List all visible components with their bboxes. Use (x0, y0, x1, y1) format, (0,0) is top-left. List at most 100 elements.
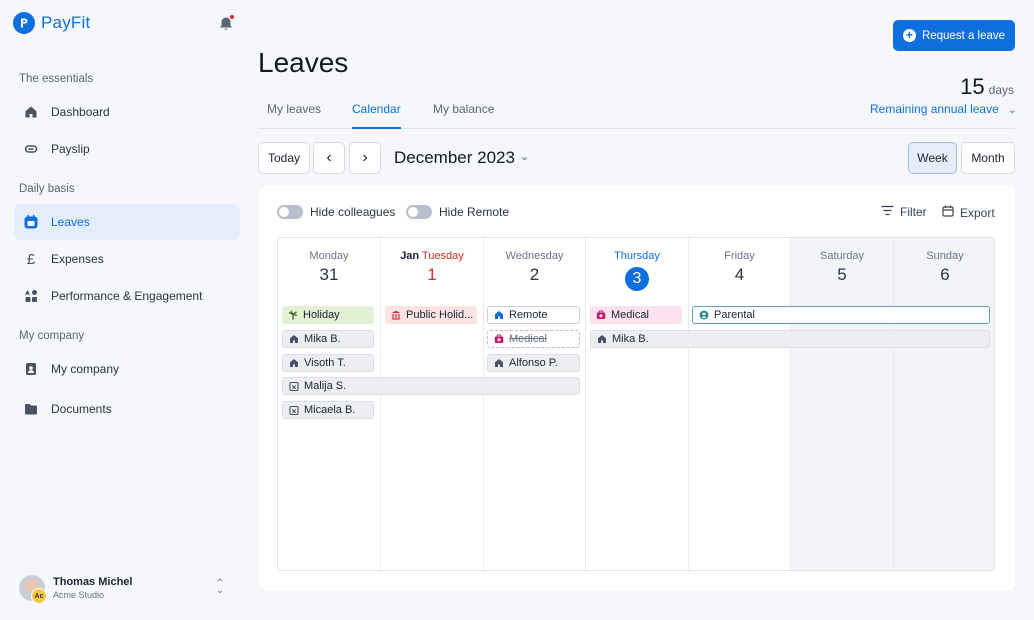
event-medical-cancelled[interactable]: Medical (487, 330, 580, 348)
day-name: Saturday (819, 250, 865, 262)
day-column-wednesday[interactable]: Wednesday 2 (484, 238, 586, 570)
day-column-saturday[interactable]: Saturday 5 (791, 238, 894, 570)
event-remote-colleague[interactable]: Alfonso P. (487, 354, 580, 372)
previous-week-button[interactable]: ‹ (313, 142, 345, 174)
day-column-sunday[interactable]: Sunday 6 (894, 238, 994, 570)
sidebar-item-expenses[interactable]: £ Expenses (14, 241, 240, 277)
sidebar-item-leaves[interactable]: Leaves (14, 204, 240, 240)
toggle-switch[interactable] (277, 205, 303, 219)
event-medical[interactable]: Medical (590, 306, 682, 324)
chevron-down-icon[interactable]: ⌄ (520, 150, 529, 163)
calendar-x-icon (288, 381, 299, 392)
hide-colleagues-toggle[interactable]: Hide colleagues (277, 205, 395, 219)
notification-dot (229, 14, 235, 20)
sidebar-item-dashboard[interactable]: Dashboard (14, 94, 240, 130)
day-number: 2 (529, 265, 540, 284)
next-week-button[interactable]: › (349, 142, 381, 174)
page-title: Leaves (258, 47, 349, 78)
event-label: Visoth T. (304, 357, 346, 369)
payfit-logo[interactable]: PayFit (13, 12, 90, 34)
user-company: Acme Studio (53, 590, 105, 600)
calendar-x-icon (288, 405, 299, 416)
sidebar-item-label: Expenses (51, 252, 104, 266)
section-label-company: My company (19, 330, 85, 342)
plus-icon: + (902, 29, 916, 42)
company-badge: Ac (31, 588, 47, 604)
hide-remote-toggle[interactable]: Hide Remote (406, 205, 509, 219)
palm-icon (287, 310, 298, 321)
tab-my-leaves[interactable]: My leaves (267, 102, 321, 129)
week-view-button[interactable]: Week (908, 142, 957, 174)
sidebar-item-label: Payslip (51, 142, 90, 156)
day-column-tuesday[interactable]: Jan Tuesday 1 (381, 238, 484, 570)
hide-remote-label: Hide Remote (439, 205, 510, 219)
filter-label: Filter (900, 205, 927, 219)
payslip-icon (23, 141, 39, 157)
tab-my-balance[interactable]: My balance (433, 102, 494, 129)
filter-icon (881, 205, 894, 219)
folder-icon (23, 401, 39, 417)
day-number: 1 (427, 265, 437, 284)
today-indicator: 3 (625, 267, 649, 291)
sidebar-item-payslip[interactable]: Payslip (14, 131, 240, 167)
sidebar-item-label: Documents (51, 402, 112, 416)
home-icon (288, 358, 299, 369)
chevron-up-down-icon[interactable]: ⌃ ⌄ (216, 579, 224, 596)
calendar-export-icon (942, 205, 954, 220)
hide-colleagues-label: Hide colleagues (310, 205, 396, 219)
today-button[interactable]: Today (258, 142, 310, 174)
request-leave-button[interactable]: + Request a leave (893, 20, 1015, 51)
event-label: Malija S. (304, 380, 347, 392)
event-remote-colleague[interactable]: Visoth T. (282, 354, 374, 372)
event-label: Mika B. (612, 333, 649, 345)
event-leave-colleague[interactable]: Micaela B. (282, 401, 374, 419)
user-menu[interactable]: Ac Thomas Michel Acme Studio ⌃ ⌄ (19, 572, 234, 604)
day-column-thursday[interactable]: Thursday 3 (586, 238, 689, 570)
toggle-switch[interactable] (406, 205, 432, 219)
day-name: Monday (309, 250, 349, 262)
baby-icon (698, 310, 709, 321)
event-remote-colleague[interactable]: Mika B. (590, 330, 990, 348)
event-public-holiday[interactable]: Public Holid... (385, 306, 477, 324)
calendar-icon (23, 214, 39, 230)
event-parental[interactable]: Parental (692, 306, 990, 324)
event-label: Remote (509, 309, 548, 321)
sidebar-item-my-company[interactable]: My company (14, 351, 240, 387)
sidebar-item-performance[interactable]: Performance & Engagement (14, 278, 240, 314)
event-label: Mika B. (304, 333, 341, 345)
bank-icon (390, 310, 401, 321)
home-icon (23, 104, 39, 120)
month-selector[interactable]: December 2023 (394, 148, 515, 168)
day-name: Wednesday (505, 250, 564, 262)
day-number: 4 (734, 265, 745, 284)
sidebar-item-label: Performance & Engagement (51, 289, 203, 303)
event-label: Parental (714, 309, 755, 321)
event-leave-colleague[interactable]: Malija S. (282, 377, 580, 395)
filter-button[interactable]: Filter (881, 205, 927, 219)
sidebar-item-documents[interactable]: Documents (14, 391, 240, 427)
notifications-bell-icon[interactable] (218, 14, 235, 32)
home-icon (596, 334, 607, 345)
sidebar-item-label: Leaves (51, 215, 90, 229)
home-icon (493, 358, 504, 369)
tab-calendar[interactable]: Calendar (352, 102, 401, 129)
user-name: Thomas Michel (53, 576, 133, 588)
event-remote-colleague[interactable]: Mika B. (282, 330, 374, 348)
event-holiday[interactable]: Holiday (282, 306, 374, 324)
day-number: 5 (837, 265, 847, 284)
sidebar-item-label: Dashboard (51, 105, 110, 119)
export-label: Export (960, 205, 995, 220)
event-remote[interactable]: Remote (487, 306, 580, 324)
month-prefix: Jan (400, 250, 420, 262)
month-view-button[interactable]: Month (961, 142, 1015, 174)
request-leave-label: Request a leave (921, 29, 1006, 42)
app-name: PayFit (41, 13, 91, 32)
tabs: My leaves Calendar My balance (258, 96, 1015, 129)
day-name: Thursday (614, 250, 660, 262)
export-button[interactable]: Export (942, 205, 995, 220)
home-icon (493, 310, 504, 321)
day-number: 6 (940, 265, 950, 284)
day-name: Jan Tuesday (381, 250, 483, 262)
day-column-friday[interactable]: Friday 4 (689, 238, 791, 570)
week-calendar-grid: Monday 3 1 Jan Tuesday 1 Wednesday 2 Thur… (277, 237, 995, 571)
